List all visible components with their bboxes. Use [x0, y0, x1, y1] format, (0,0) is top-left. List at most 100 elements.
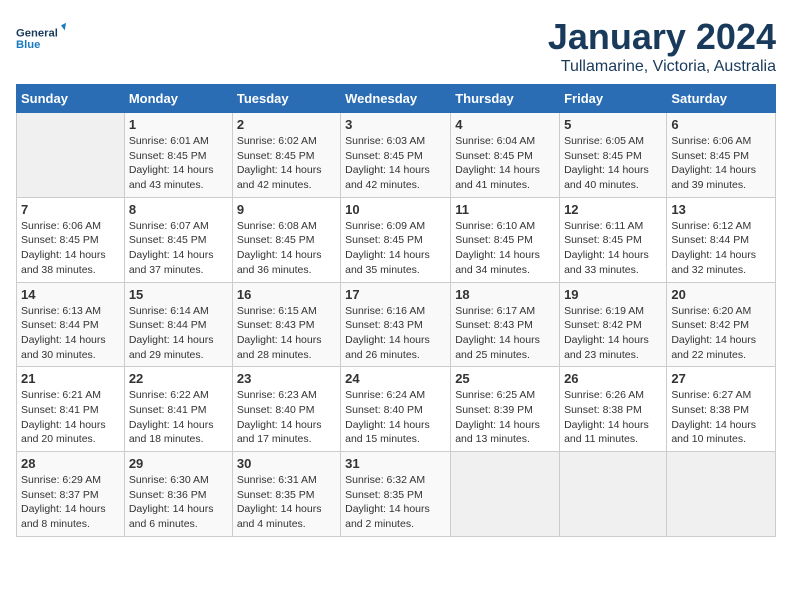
day-info: Sunrise: 6:05 AMSunset: 8:45 PMDaylight:…: [564, 135, 649, 191]
day-info: Sunrise: 6:32 AMSunset: 8:35 PMDaylight:…: [345, 474, 430, 530]
day-number: 23: [237, 371, 336, 386]
day-info: Sunrise: 6:20 AMSunset: 8:42 PMDaylight:…: [671, 305, 756, 361]
day-number: 1: [129, 117, 228, 132]
weekday-header: Wednesday: [341, 85, 451, 113]
calendar-cell: 22 Sunrise: 6:22 AMSunset: 8:41 PMDaylig…: [124, 367, 232, 452]
calendar-cell: 26 Sunrise: 6:26 AMSunset: 8:38 PMDaylig…: [560, 367, 667, 452]
day-number: 14: [21, 287, 120, 302]
calendar-week-row: 7 Sunrise: 6:06 AMSunset: 8:45 PMDayligh…: [17, 197, 776, 282]
day-info: Sunrise: 6:19 AMSunset: 8:42 PMDaylight:…: [564, 305, 649, 361]
calendar-cell: 7 Sunrise: 6:06 AMSunset: 8:45 PMDayligh…: [17, 197, 125, 282]
day-info: Sunrise: 6:23 AMSunset: 8:40 PMDaylight:…: [237, 389, 322, 445]
weekday-header: Sunday: [17, 85, 125, 113]
day-info: Sunrise: 6:21 AMSunset: 8:41 PMDaylight:…: [21, 389, 106, 445]
day-number: 25: [455, 371, 555, 386]
calendar-cell: 4 Sunrise: 6:04 AMSunset: 8:45 PMDayligh…: [451, 113, 560, 198]
day-info: Sunrise: 6:03 AMSunset: 8:45 PMDaylight:…: [345, 135, 430, 191]
day-info: Sunrise: 6:15 AMSunset: 8:43 PMDaylight:…: [237, 305, 322, 361]
day-number: 30: [237, 456, 336, 471]
calendar-cell: 16 Sunrise: 6:15 AMSunset: 8:43 PMDaylig…: [232, 282, 340, 367]
day-number: 19: [564, 287, 662, 302]
location-title: Tullamarine, Victoria, Australia: [548, 58, 776, 76]
day-info: Sunrise: 6:10 AMSunset: 8:45 PMDaylight:…: [455, 220, 540, 276]
day-info: Sunrise: 6:31 AMSunset: 8:35 PMDaylight:…: [237, 474, 322, 530]
day-info: Sunrise: 6:07 AMSunset: 8:45 PMDaylight:…: [129, 220, 214, 276]
calendar-cell: 31 Sunrise: 6:32 AMSunset: 8:35 PMDaylig…: [341, 452, 451, 537]
weekday-header: Tuesday: [232, 85, 340, 113]
calendar-cell: 27 Sunrise: 6:27 AMSunset: 8:38 PMDaylig…: [667, 367, 776, 452]
day-number: 11: [455, 202, 555, 217]
month-title: January 2024: [548, 16, 776, 58]
day-number: 28: [21, 456, 120, 471]
day-number: 5: [564, 117, 662, 132]
calendar-cell: [667, 452, 776, 537]
day-info: Sunrise: 6:02 AMSunset: 8:45 PMDaylight:…: [237, 135, 322, 191]
day-number: 4: [455, 117, 555, 132]
calendar-cell: 1 Sunrise: 6:01 AMSunset: 8:45 PMDayligh…: [124, 113, 232, 198]
calendar-cell: 14 Sunrise: 6:13 AMSunset: 8:44 PMDaylig…: [17, 282, 125, 367]
day-info: Sunrise: 6:22 AMSunset: 8:41 PMDaylight:…: [129, 389, 214, 445]
day-number: 12: [564, 202, 662, 217]
day-number: 13: [671, 202, 771, 217]
day-number: 9: [237, 202, 336, 217]
calendar-table: SundayMondayTuesdayWednesdayThursdayFrid…: [16, 84, 776, 537]
calendar-cell: 29 Sunrise: 6:30 AMSunset: 8:36 PMDaylig…: [124, 452, 232, 537]
day-info: Sunrise: 6:29 AMSunset: 8:37 PMDaylight:…: [21, 474, 106, 530]
day-number: 2: [237, 117, 336, 132]
calendar-cell: 11 Sunrise: 6:10 AMSunset: 8:45 PMDaylig…: [451, 197, 560, 282]
calendar-cell: 21 Sunrise: 6:21 AMSunset: 8:41 PMDaylig…: [17, 367, 125, 452]
day-number: 6: [671, 117, 771, 132]
calendar-cell: 12 Sunrise: 6:11 AMSunset: 8:45 PMDaylig…: [560, 197, 667, 282]
weekday-header: Thursday: [451, 85, 560, 113]
calendar-cell: 9 Sunrise: 6:08 AMSunset: 8:45 PMDayligh…: [232, 197, 340, 282]
day-number: 26: [564, 371, 662, 386]
day-info: Sunrise: 6:26 AMSunset: 8:38 PMDaylight:…: [564, 389, 649, 445]
calendar-cell: 18 Sunrise: 6:17 AMSunset: 8:43 PMDaylig…: [451, 282, 560, 367]
day-info: Sunrise: 6:17 AMSunset: 8:43 PMDaylight:…: [455, 305, 540, 361]
day-info: Sunrise: 6:30 AMSunset: 8:36 PMDaylight:…: [129, 474, 214, 530]
day-info: Sunrise: 6:25 AMSunset: 8:39 PMDaylight:…: [455, 389, 540, 445]
day-info: Sunrise: 6:08 AMSunset: 8:45 PMDaylight:…: [237, 220, 322, 276]
weekday-header: Friday: [560, 85, 667, 113]
svg-text:Blue: Blue: [16, 39, 40, 51]
weekday-header: Monday: [124, 85, 232, 113]
day-number: 24: [345, 371, 446, 386]
svg-text:General: General: [16, 28, 58, 40]
day-info: Sunrise: 6:13 AMSunset: 8:44 PMDaylight:…: [21, 305, 106, 361]
day-number: 31: [345, 456, 446, 471]
calendar-cell: 5 Sunrise: 6:05 AMSunset: 8:45 PMDayligh…: [560, 113, 667, 198]
calendar-cell: 2 Sunrise: 6:02 AMSunset: 8:45 PMDayligh…: [232, 113, 340, 198]
calendar-cell: 20 Sunrise: 6:20 AMSunset: 8:42 PMDaylig…: [667, 282, 776, 367]
calendar-week-row: 14 Sunrise: 6:13 AMSunset: 8:44 PMDaylig…: [17, 282, 776, 367]
calendar-cell: 8 Sunrise: 6:07 AMSunset: 8:45 PMDayligh…: [124, 197, 232, 282]
day-number: 10: [345, 202, 446, 217]
day-info: Sunrise: 6:06 AMSunset: 8:45 PMDaylight:…: [671, 135, 756, 191]
weekday-header: Saturday: [667, 85, 776, 113]
calendar-cell: 15 Sunrise: 6:14 AMSunset: 8:44 PMDaylig…: [124, 282, 232, 367]
day-number: 7: [21, 202, 120, 217]
calendar-cell: [17, 113, 125, 198]
day-number: 3: [345, 117, 446, 132]
calendar-cell: 10 Sunrise: 6:09 AMSunset: 8:45 PMDaylig…: [341, 197, 451, 282]
calendar-cell: 24 Sunrise: 6:24 AMSunset: 8:40 PMDaylig…: [341, 367, 451, 452]
day-number: 29: [129, 456, 228, 471]
day-number: 22: [129, 371, 228, 386]
calendar-cell: 6 Sunrise: 6:06 AMSunset: 8:45 PMDayligh…: [667, 113, 776, 198]
calendar-cell: 28 Sunrise: 6:29 AMSunset: 8:37 PMDaylig…: [17, 452, 125, 537]
day-info: Sunrise: 6:12 AMSunset: 8:44 PMDaylight:…: [671, 220, 756, 276]
day-info: Sunrise: 6:06 AMSunset: 8:45 PMDaylight:…: [21, 220, 106, 276]
day-info: Sunrise: 6:01 AMSunset: 8:45 PMDaylight:…: [129, 135, 214, 191]
page-header: General Blue January 2024 Tullamarine, V…: [16, 16, 776, 76]
calendar-cell: 3 Sunrise: 6:03 AMSunset: 8:45 PMDayligh…: [341, 113, 451, 198]
calendar-cell: 23 Sunrise: 6:23 AMSunset: 8:40 PMDaylig…: [232, 367, 340, 452]
day-info: Sunrise: 6:04 AMSunset: 8:45 PMDaylight:…: [455, 135, 540, 191]
day-number: 18: [455, 287, 555, 302]
day-info: Sunrise: 6:16 AMSunset: 8:43 PMDaylight:…: [345, 305, 430, 361]
day-number: 17: [345, 287, 446, 302]
day-info: Sunrise: 6:09 AMSunset: 8:45 PMDaylight:…: [345, 220, 430, 276]
logo: General Blue: [16, 16, 66, 61]
calendar-cell: 30 Sunrise: 6:31 AMSunset: 8:35 PMDaylig…: [232, 452, 340, 537]
calendar-cell: [560, 452, 667, 537]
calendar-week-row: 1 Sunrise: 6:01 AMSunset: 8:45 PMDayligh…: [17, 113, 776, 198]
day-info: Sunrise: 6:27 AMSunset: 8:38 PMDaylight:…: [671, 389, 756, 445]
